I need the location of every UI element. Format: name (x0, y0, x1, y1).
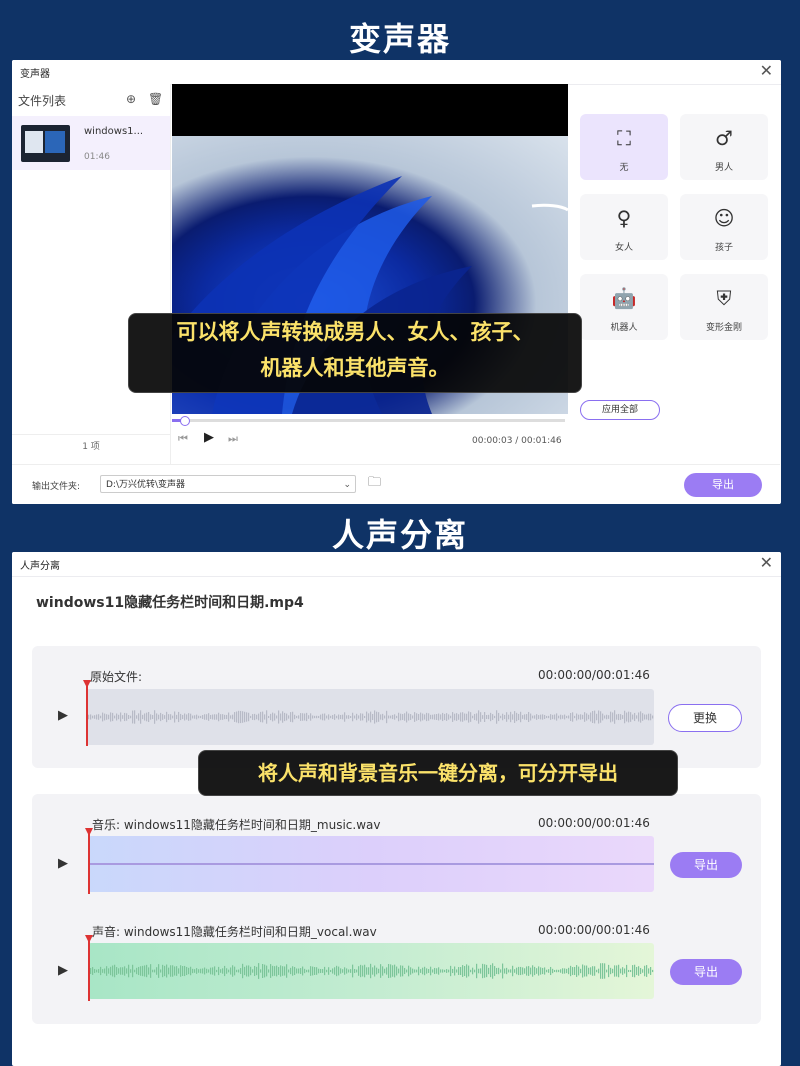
original-time: 00:00:00/00:01:46 (538, 668, 650, 682)
effect-transformer-card[interactable]: ⛨ 变形金刚 (680, 274, 768, 340)
play-icon[interactable]: ▶ (58, 708, 68, 723)
close-icon[interactable]: ✕ (760, 554, 773, 572)
music-label: 音乐: windows11隐藏任务栏时间和日期_music.wav (92, 818, 381, 832)
effect-label: 无 (619, 163, 629, 173)
effect-child-card[interactable]: ☺ 孩子 (680, 194, 768, 260)
output-path-select[interactable]: D:\万兴优转\变声器 ⌄ (100, 475, 356, 493)
window-title: 人声分离 (20, 561, 60, 572)
export-music-button[interactable]: 导出 (670, 852, 742, 878)
vocal-separation-window: 人声分离 ✕ windows11隐藏任务栏时间和日期.mp4 ▶ 原始文件: 0… (12, 552, 781, 1066)
play-icon[interactable]: ▶ (58, 963, 68, 978)
caption-voice-changer: 可以将人声转换成男人、女人、孩子、 机器人和其他声音。 (128, 313, 582, 393)
effect-robot-card[interactable]: 🤖 机器人 (580, 274, 668, 340)
playback-time: 00:00:03 / 00:01:46 (472, 436, 562, 446)
separated-tracks-panel: ▶ 音乐: windows11隐藏任务栏时间和日期_music.wav 00:0… (32, 794, 761, 1024)
section-title-voice-changer: 变声器 (348, 20, 451, 58)
output-path-value: D:\万兴优转\变声器 (106, 480, 186, 490)
section-title-vocal-separation: 人声分离 (331, 516, 468, 554)
window-titlebar: 变声器 ✕ (12, 60, 781, 85)
apply-all-button[interactable]: 应用全部 (580, 400, 660, 420)
female-icon: ♀ (616, 206, 632, 230)
play-icon[interactable]: ▶ (58, 856, 68, 871)
effect-male-card[interactable]: ♂ 男人 (680, 114, 768, 180)
file-name: windows1... (84, 126, 144, 137)
file-list-item[interactable]: windows1... 01:46 (12, 116, 170, 170)
transformer-icon: ⛨ (716, 286, 732, 310)
music-time: 00:00:00/00:01:46 (538, 816, 650, 830)
effect-label: 男人 (714, 163, 733, 173)
effect-label: 变形金刚 (705, 323, 742, 333)
male-icon: ♂ (715, 126, 733, 150)
effect-label: 女人 (614, 243, 633, 253)
caption-vocal-separation: 将人声和背景音乐一键分离，可分开导出 (198, 750, 678, 796)
previous-icon[interactable]: ⏮ (178, 432, 188, 446)
file-title: windows11隐藏任务栏时间和日期.mp4 (36, 595, 304, 611)
voice-changer-window: 变声器 ✕ 文件列表 ⊕ 🗑 windows1... 01:46 1 项 ⏮ ▶… (12, 60, 781, 504)
item-count: 1 项 (12, 434, 170, 452)
export-button[interactable]: 导出 (684, 473, 762, 497)
robot-icon: 🤖 (611, 286, 637, 310)
music-wave-line (88, 863, 654, 865)
vocal-waveform[interactable] (88, 943, 654, 999)
play-icon[interactable]: ▶ (204, 430, 214, 445)
export-vocal-button[interactable]: 导出 (670, 959, 742, 985)
original-waveform[interactable] (86, 689, 654, 745)
window-title: 变声器 (20, 69, 50, 80)
output-footer: 输出文件夹: D:\万兴优转\变声器 ⌄ 🗀 导出 (12, 464, 780, 504)
music-waveform[interactable] (88, 836, 654, 892)
add-file-icon[interactable]: ⊕ (124, 92, 138, 106)
next-icon[interactable]: ⏭ (228, 432, 238, 446)
file-duration: 01:46 (84, 152, 110, 162)
playhead-line (88, 941, 90, 1001)
caption-line-1: 可以将人声转换成男人、女人、孩子、 (176, 320, 534, 344)
effect-label: 机器人 (610, 323, 638, 333)
playback-progress[interactable] (172, 416, 565, 426)
close-icon[interactable]: ✕ (760, 62, 773, 80)
progress-knob[interactable] (179, 416, 190, 426)
vocal-label: 声音: windows11隐藏任务栏时间和日期_vocal.wav (92, 925, 377, 939)
video-thumbnail (21, 125, 70, 162)
output-folder-label: 输出文件夹: (32, 482, 81, 492)
folder-icon[interactable]: 🗀 (368, 473, 381, 495)
trash-icon[interactable]: 🗑 (148, 92, 163, 106)
effect-female-card[interactable]: ♀ 女人 (580, 194, 668, 260)
frame-icon: ⛶ (617, 126, 631, 150)
file-list-title: 文件列表 (18, 94, 67, 108)
effect-label: 孩子 (714, 243, 733, 253)
child-face-icon: ☺ (713, 206, 735, 230)
chevron-down-icon: ⌄ (343, 480, 351, 490)
caption-line-2: 机器人和其他声音。 (260, 356, 450, 380)
playhead-line (86, 686, 88, 746)
replace-button[interactable]: 更换 (668, 704, 742, 732)
window-titlebar: 人声分离 ✕ (12, 552, 781, 577)
original-label: 原始文件: (90, 670, 143, 684)
vocal-time: 00:00:00/00:01:46 (538, 923, 650, 937)
playhead-line (88, 834, 90, 894)
effect-none-card[interactable]: ⛶ 无 (580, 114, 668, 180)
